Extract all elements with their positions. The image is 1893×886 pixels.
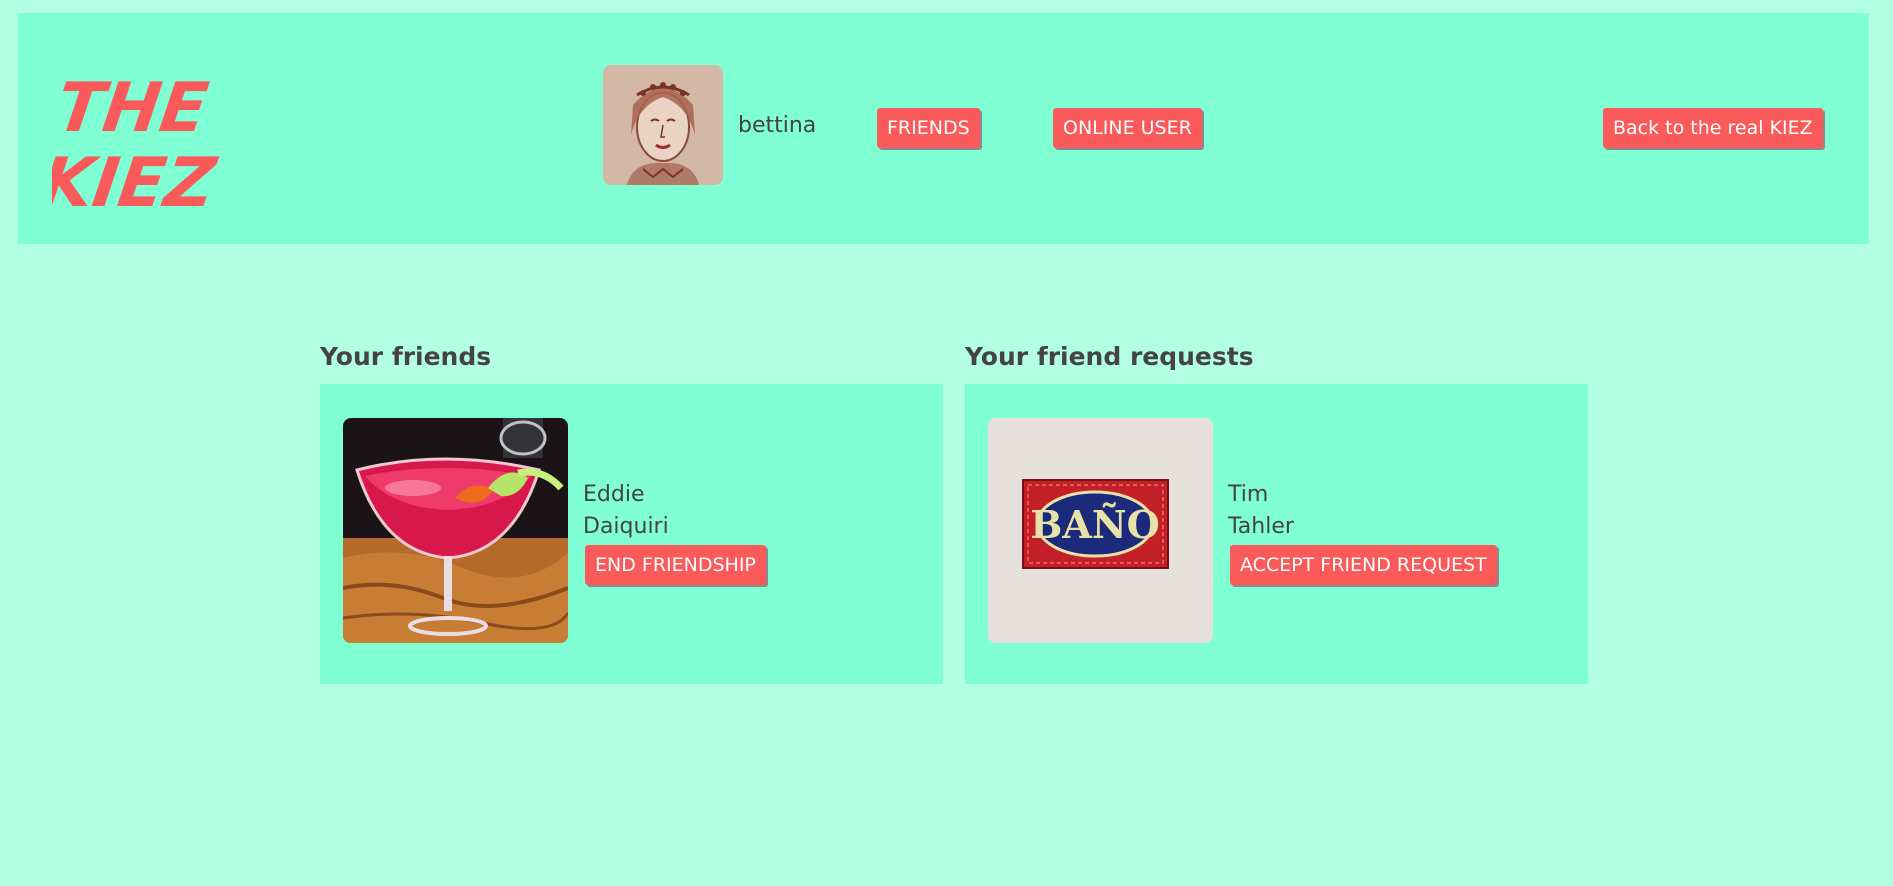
request-last-name: Tahler: [1228, 514, 1294, 539]
logo[interactable]: THE KIEZ: [52, 61, 222, 221]
request-avatar[interactable]: BAÑO: [988, 418, 1213, 643]
user-avatar[interactable]: [603, 65, 723, 185]
bano-sign-photo-image: BAÑO: [988, 418, 1213, 643]
username-label: bettina: [738, 113, 817, 138]
online-users-button[interactable]: ONLINE USER: [1053, 108, 1202, 148]
requests-panel: BAÑO Tim Tahler ACCEPT FRIEND REQUEST: [965, 384, 1588, 684]
friend-last-name: Daiquiri: [583, 514, 669, 539]
cocktail-photo-image: [343, 418, 568, 643]
accept-friend-request-button[interactable]: ACCEPT FRIEND REQUEST: [1230, 545, 1497, 585]
back-to-kiez-button[interactable]: Back to the real KIEZ: [1603, 108, 1823, 148]
logo-text-line1: THE: [52, 69, 213, 148]
friend-avatar[interactable]: [343, 418, 568, 643]
requests-section-title: Your friend requests: [965, 342, 1254, 371]
header-bar: THE KIEZ bettina FRIENDS ONLINE USER Bac…: [18, 13, 1869, 244]
friend-first-name: Eddie: [583, 482, 645, 507]
friends-button[interactable]: FRIENDS: [877, 108, 980, 148]
request-first-name: Tim: [1228, 482, 1269, 507]
logo-text-line2: KIEZ: [52, 144, 221, 221]
bano-sign-text: BAÑO: [1030, 502, 1159, 547]
avatar-portrait-image: [603, 65, 723, 185]
end-friendship-button[interactable]: END FRIENDSHIP: [585, 545, 766, 585]
friends-section-title: Your friends: [320, 342, 492, 371]
friends-panel: Eddie Daiquiri END FRIENDSHIP: [320, 384, 943, 684]
